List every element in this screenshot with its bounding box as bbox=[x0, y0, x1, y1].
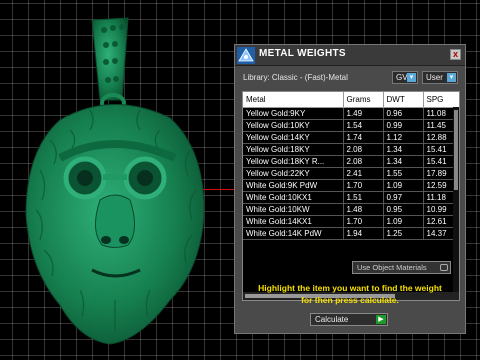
grams-cell: 1.70 bbox=[343, 215, 384, 228]
dwt-cell: 1.09 bbox=[383, 179, 424, 192]
gv-dropdown-value: GV bbox=[396, 73, 408, 82]
instruction-line-2: for then press calculate. bbox=[301, 295, 399, 305]
metal-cell: White Gold:14K PdW bbox=[243, 227, 344, 240]
table-row[interactable]: Yellow Gold:10KY 1.54 0.99 11.45 bbox=[243, 119, 459, 132]
grams-cell: 1.49 bbox=[343, 107, 384, 120]
metal-cell: Yellow Gold:14KY bbox=[243, 131, 344, 144]
column-header-grams[interactable]: Grams bbox=[343, 92, 384, 108]
dropdown-toggle-icon bbox=[440, 264, 448, 271]
dwt-cell: 1.55 bbox=[383, 167, 424, 180]
table-row[interactable]: White Gold:14KX1 1.70 1.09 12.61 bbox=[243, 215, 459, 228]
panel-titlebar[interactable]: METAL WEIGHTS x bbox=[235, 45, 465, 66]
close-button[interactable]: x bbox=[450, 49, 461, 60]
table-row[interactable]: Yellow Gold:14KY 1.74 1.12 12.88 bbox=[243, 131, 459, 144]
metal-cell: White Gold:9K PdW bbox=[243, 179, 344, 192]
grams-cell: 1.94 bbox=[343, 227, 384, 240]
table-row[interactable]: White Gold:10KW 1.48 0.95 10.99 bbox=[243, 203, 459, 216]
library-label: Library: Classic - (Fast)-Metal bbox=[243, 73, 348, 82]
metal-cell: White Gold:10KX1 bbox=[243, 191, 344, 204]
metal-cell: Yellow Gold:10KY bbox=[243, 119, 344, 132]
use-object-materials-dropdown[interactable]: Use Object Materials bbox=[352, 261, 451, 274]
dwt-cell: 0.96 bbox=[383, 107, 424, 120]
gv-dropdown[interactable]: GV ▾ bbox=[392, 71, 418, 84]
dwt-cell: 1.09 bbox=[383, 215, 424, 228]
app-logo-icon bbox=[237, 47, 255, 64]
column-header-metal[interactable]: Metal bbox=[243, 92, 344, 108]
instruction-text: Highlight the item you want to find the … bbox=[235, 282, 465, 306]
metal-cell: Yellow Gold:18KY bbox=[243, 143, 344, 156]
dwt-cell: 1.25 bbox=[383, 227, 424, 240]
dropdown-arrow-icon: ▾ bbox=[447, 73, 456, 82]
scroll-thumb[interactable] bbox=[454, 110, 458, 190]
column-header-dwt[interactable]: DWT bbox=[383, 92, 424, 108]
panel-title: METAL WEIGHTS bbox=[259, 48, 346, 59]
dropdown-arrow-icon: ▾ bbox=[407, 73, 416, 82]
calculate-label: Calculate bbox=[315, 315, 349, 324]
table-row[interactable]: Yellow Gold:18KY 2.08 1.34 15.41 bbox=[243, 143, 459, 156]
metal-cell: Yellow Gold:22KY bbox=[243, 167, 344, 180]
play-arrow-icon: ▶ bbox=[376, 315, 386, 324]
grams-cell: 1.74 bbox=[343, 131, 384, 144]
table-row[interactable]: White Gold:14K PdW 1.94 1.25 14.37 bbox=[243, 227, 459, 240]
dwt-cell: 1.12 bbox=[383, 131, 424, 144]
dwt-cell: 0.99 bbox=[383, 119, 424, 132]
dwt-cell: 0.97 bbox=[383, 191, 424, 204]
metal-cell: Yellow Gold:9KY bbox=[243, 107, 344, 120]
table-row[interactable]: White Gold:9K PdW 1.70 1.09 12.59 bbox=[243, 179, 459, 192]
calculate-button[interactable]: Calculate ▶ bbox=[310, 313, 388, 326]
dwt-cell: 0.95 bbox=[383, 203, 424, 216]
user-dropdown-value: User bbox=[426, 73, 443, 82]
use-object-materials-label: Use Object Materials bbox=[357, 263, 427, 272]
grams-cell: 1.70 bbox=[343, 179, 384, 192]
pendant-model[interactable] bbox=[0, 0, 240, 360]
metal-cell: Yellow Gold:18KY R... bbox=[243, 155, 344, 168]
grams-cell: 1.48 bbox=[343, 203, 384, 216]
instruction-line-1: Highlight the item you want to find the … bbox=[258, 283, 442, 293]
grams-cell: 1.54 bbox=[343, 119, 384, 132]
metal-cell: White Gold:14KX1 bbox=[243, 215, 344, 228]
table-row[interactable]: White Gold:10KX1 1.51 0.97 11.18 bbox=[243, 191, 459, 204]
metal-weights-panel: METAL WEIGHTS x Library: Classic - (Fast… bbox=[234, 44, 466, 334]
column-header-spg[interactable]: SPG bbox=[423, 92, 459, 108]
table-row[interactable]: Yellow Gold:22KY 2.41 1.55 17.89 bbox=[243, 167, 459, 180]
grams-cell: 2.08 bbox=[343, 143, 384, 156]
table-row[interactable]: Yellow Gold:9KY 1.49 0.96 11.08 bbox=[243, 107, 459, 120]
dwt-cell: 1.34 bbox=[383, 155, 424, 168]
grams-cell: 1.51 bbox=[343, 191, 384, 204]
metal-cell: White Gold:10KW bbox=[243, 203, 344, 216]
grams-cell: 2.41 bbox=[343, 167, 384, 180]
vertical-scrollbar[interactable] bbox=[453, 107, 459, 292]
user-dropdown[interactable]: User ▾ bbox=[422, 71, 458, 84]
grams-cell: 2.08 bbox=[343, 155, 384, 168]
table-row[interactable]: Yellow Gold:18KY R... 2.08 1.34 15.41 bbox=[243, 155, 459, 168]
dwt-cell: 1.34 bbox=[383, 143, 424, 156]
